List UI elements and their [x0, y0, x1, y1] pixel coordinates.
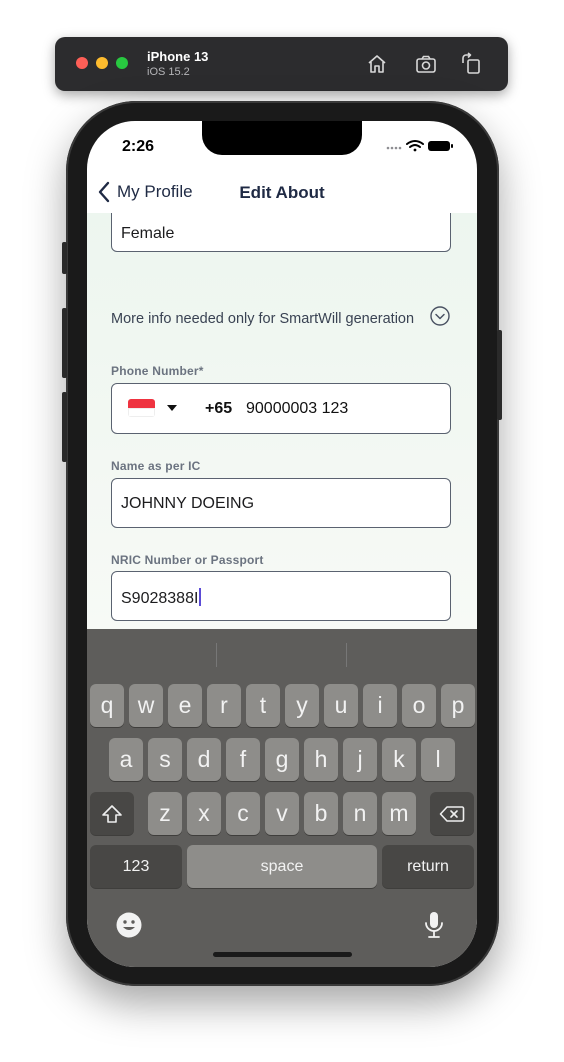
key-q[interactable]: q [90, 684, 124, 727]
shift-key[interactable] [90, 792, 134, 835]
phone-number-value: 90000003 123 [246, 400, 349, 417]
key-n[interactable]: n [343, 792, 377, 835]
more-info-toggle-label[interactable]: More info needed only for SmartWill gene… [111, 311, 414, 327]
simulator-title-bar: iPhone 13 iOS 15.2 [55, 37, 508, 91]
volume-down-button [62, 392, 67, 462]
key-b[interactable]: b [304, 792, 338, 835]
notch [202, 121, 362, 155]
key-v[interactable]: v [265, 792, 299, 835]
key-p[interactable]: p [441, 684, 475, 727]
zoom-window-button[interactable] [116, 57, 128, 69]
delete-key[interactable] [430, 792, 474, 835]
key-c[interactable]: c [226, 792, 260, 835]
key-m[interactable]: m [382, 792, 416, 835]
key-s[interactable]: s [148, 738, 182, 781]
name-label: Name as per IC [111, 459, 201, 473]
home-indicator [213, 952, 352, 957]
status-icons [386, 140, 453, 152]
delete-backspace-icon [439, 805, 465, 822]
key-y[interactable]: y [285, 684, 319, 727]
key-i[interactable]: i [363, 684, 397, 727]
key-t[interactable]: t [246, 684, 280, 727]
key-r[interactable]: r [207, 684, 241, 727]
gender-value: Female [121, 225, 175, 242]
cellular-signal-icon [386, 146, 402, 150]
phone-screen: 2:26 My Profile Edit About Female More i… [87, 121, 477, 967]
os-version: iOS 15.2 [147, 66, 190, 78]
name-value: JOHNNY DOEING [121, 495, 255, 512]
name-field[interactable]: JOHNNY DOEING [111, 478, 451, 528]
singapore-flag-icon[interactable] [128, 399, 155, 417]
mute-switch [62, 242, 67, 274]
screenshot-icon[interactable] [414, 52, 438, 76]
key-x[interactable]: x [187, 792, 221, 835]
phone-number-field[interactable]: +65 90000003 123 [111, 383, 451, 434]
return-key[interactable]: return [382, 845, 474, 888]
battery-icon [428, 141, 453, 151]
microphone-icon[interactable] [423, 910, 445, 940]
key-f[interactable]: f [226, 738, 260, 781]
gender-field[interactable]: Female [111, 213, 451, 252]
device-name: iPhone 13 [147, 49, 209, 64]
minimize-window-button[interactable] [96, 57, 108, 69]
key-o[interactable]: o [402, 684, 436, 727]
shift-icon [102, 804, 122, 823]
key-h[interactable]: h [304, 738, 338, 781]
status-time: 2:26 [122, 138, 155, 155]
key-d[interactable]: d [187, 738, 221, 781]
nric-label: NRIC Number or Passport [111, 553, 264, 567]
numbers-key[interactable]: 123 [90, 845, 182, 888]
navigation-bar: My Profile Edit About [87, 171, 477, 213]
key-a[interactable]: a [109, 738, 143, 781]
keyboard: qwertyuiop asdfghjkl zxcvbnm 123 space ret… [87, 629, 477, 967]
chevron-down-circle-icon[interactable] [430, 306, 450, 326]
page-title: Edit About [239, 183, 325, 202]
wifi-icon [406, 140, 424, 152]
emoji-icon[interactable] [115, 911, 143, 939]
nric-value: S9028388I [121, 590, 199, 607]
key-z[interactable]: z [148, 792, 182, 835]
volume-up-button [62, 308, 67, 378]
rotate-icon[interactable] [459, 52, 483, 76]
space-key[interactable]: space [187, 845, 377, 888]
text-cursor [199, 588, 202, 606]
country-dropdown-caret-icon[interactable] [167, 405, 177, 411]
edit-about-form: Female More info needed only for SmartWi… [87, 213, 477, 629]
key-l[interactable]: l [421, 738, 455, 781]
key-j[interactable]: j [343, 738, 377, 781]
key-w[interactable]: w [129, 684, 163, 727]
key-g[interactable]: g [265, 738, 299, 781]
key-u[interactable]: u [324, 684, 358, 727]
close-window-button[interactable] [76, 57, 88, 69]
country-code: +65 [205, 400, 233, 417]
home-icon[interactable] [365, 52, 389, 76]
key-e[interactable]: e [168, 684, 202, 727]
suggestion-divider [346, 643, 347, 667]
key-k[interactable]: k [382, 738, 416, 781]
phone-number-label: Phone Number* [111, 364, 204, 378]
nric-field[interactable]: S9028388I [111, 571, 451, 621]
power-button [497, 330, 502, 420]
suggestion-divider [216, 643, 217, 667]
